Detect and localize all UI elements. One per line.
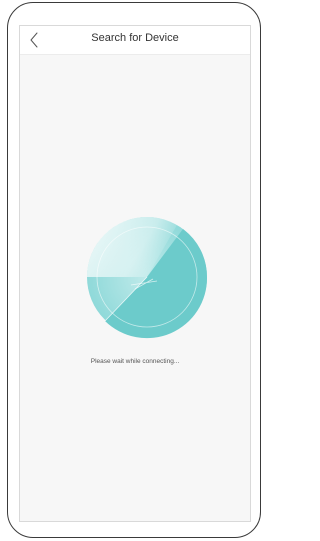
nav-bar: Search for Device — [20, 26, 250, 55]
device-frame: Search for Device Please wait while conn… — [7, 2, 261, 538]
app-screen: Search for Device Please wait while conn… — [19, 25, 251, 522]
radar-scan-icon — [86, 216, 208, 339]
page-title: Search for Device — [91, 32, 179, 44]
status-message: Please wait while connecting... — [90, 358, 180, 365]
